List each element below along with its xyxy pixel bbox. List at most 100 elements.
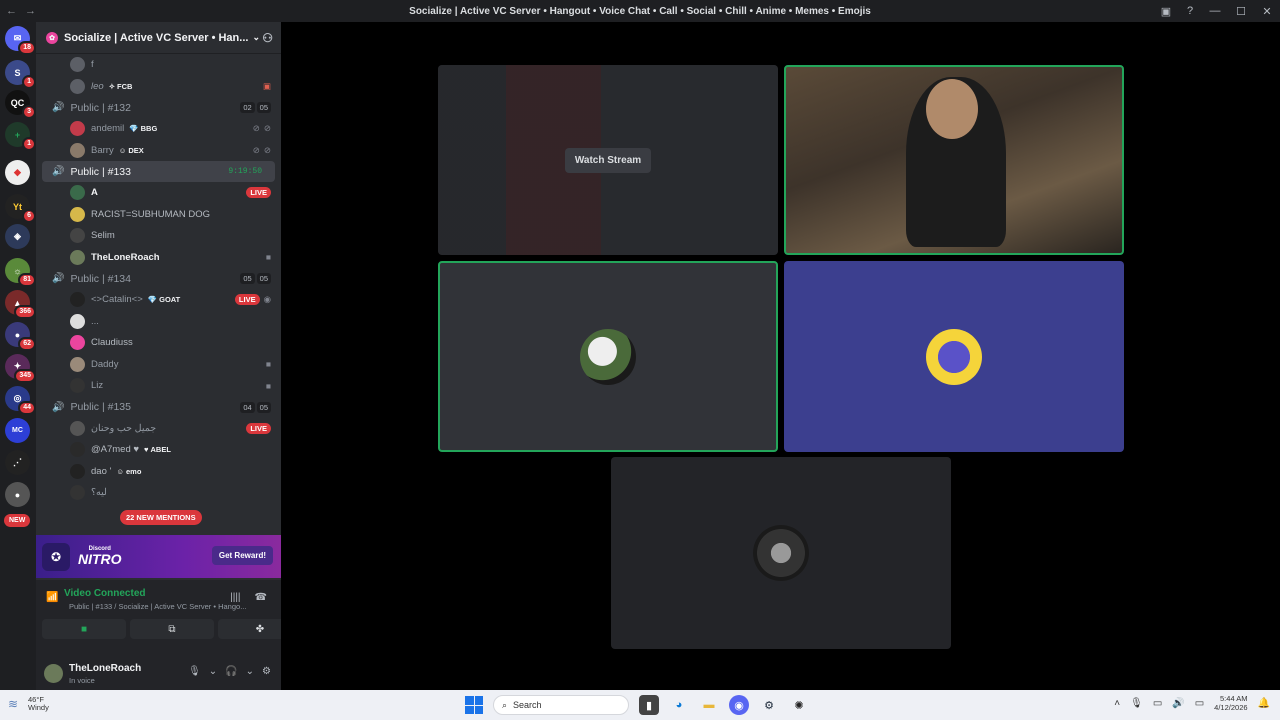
invite-people-icon[interactable]: ⚇ <box>262 31 273 45</box>
voice-channel-133[interactable]: 🔊 Public | #133 9:19:50 <box>42 161 275 182</box>
nitro-banner[interactable]: ✪ Discord NITRO Get Reward! <box>36 535 281 578</box>
user-limit: 05 <box>256 273 271 284</box>
server-icon[interactable]: ◆ <box>5 160 30 185</box>
help-icon[interactable]: ? <box>1178 5 1202 17</box>
voice-user[interactable]: TheLoneRoach ■ <box>36 247 281 269</box>
server-icon[interactable]: ◈ <box>5 224 30 249</box>
channel-sidebar: ✿ Socialize | Active VC Server • Han... … <box>36 22 281 690</box>
watch-stream-button[interactable]: Watch Stream <box>564 147 652 173</box>
video-grid: Watch Stream <box>281 22 1280 690</box>
steam-icon[interactable]: ⚙ <box>759 695 779 715</box>
discord-icon[interactable]: ◉ <box>729 695 749 715</box>
server-icon[interactable]: ☼ 81 <box>5 258 36 287</box>
voice-user[interactable]: Liz ■ <box>36 375 281 397</box>
avatar <box>70 335 85 351</box>
wind-icon: ≋ <box>8 697 19 711</box>
notifications-icon[interactable]: 🔔 <box>1258 698 1270 709</box>
mic-icon[interactable]: 🎙 <box>188 666 201 677</box>
server-icon[interactable]: ⋰ <box>5 450 30 475</box>
server-name: Socialize | Active VC Server • Han... <box>64 31 249 44</box>
inbox-icon[interactable]: ▣ <box>1154 5 1178 18</box>
server-icon[interactable]: S1 <box>5 60 36 89</box>
participant-tile[interactable] <box>611 457 951 649</box>
server-icon[interactable]: ◎ 44 <box>5 386 36 415</box>
tag-label: FCB <box>116 81 133 91</box>
volume-icon[interactable]: 🔊 <box>1172 698 1184 709</box>
back-arrow-icon[interactable]: ← <box>6 5 17 17</box>
new-servers-pill[interactable]: NEW <box>4 514 31 527</box>
voice-channel-135[interactable]: 🔊 Public | #135 04 05 <box>36 397 281 418</box>
app-icon[interactable]: ✺ <box>789 695 809 715</box>
voice-channel-134[interactable]: 🔊 Public | #134 05 05 <box>36 268 281 289</box>
voice-user[interactable]: A LIVE <box>36 182 281 204</box>
chevron-down-icon[interactable]: ⌄ <box>246 666 254 677</box>
chevron-down-icon[interactable]: ⌄ <box>209 666 217 677</box>
voice-channel-132[interactable]: 🔊 Public | #132 02 05 <box>36 97 281 118</box>
voice-user[interactable]: f <box>36 54 281 76</box>
battery-icon[interactable]: ▭ <box>1195 698 1204 709</box>
get-reward-button[interactable]: Get Reward! <box>211 546 273 565</box>
edge-icon[interactable]: ◕ <box>669 695 689 715</box>
task-view-icon[interactable]: ▮ <box>639 695 659 715</box>
voice-user[interactable]: Barry ☺ DEX ⊘ ⊘ <box>36 140 281 162</box>
server-badge: 3 <box>22 105 36 119</box>
avatar <box>926 328 982 385</box>
user-name: <>Catalin<> <box>91 294 143 306</box>
camera-icon: ■ <box>265 359 271 370</box>
monitor-icon[interactable]: ▭ <box>1153 698 1162 709</box>
chevron-up-icon[interactable]: ˄ <box>1114 698 1120 709</box>
signal-icon[interactable]: 📶 <box>46 592 58 603</box>
nitro-brand: Discord NITRO <box>78 546 122 568</box>
server-icon[interactable]: ● <box>5 482 30 507</box>
headphones-icon[interactable]: 🎧 <box>225 666 237 677</box>
mic-icon[interactable]: 🎙 <box>1130 698 1143 709</box>
voice-user[interactable]: Claudiuss <box>36 332 281 354</box>
voice-user[interactable]: جميل حب وحنان LIVE <box>36 418 281 440</box>
server-icon[interactable]: MC <box>5 418 30 443</box>
activities-button[interactable]: ✤ <box>218 619 281 639</box>
voice-user[interactable]: dao ' ☺ emo <box>36 461 281 483</box>
weather-widget[interactable]: ≋ 46°F Windy <box>8 695 49 713</box>
noise-suppression-icon[interactable]: |||| <box>230 592 240 603</box>
maximize-button[interactable]: ☐ <box>1228 5 1254 18</box>
voice-user[interactable]: Daddy ■ <box>36 354 281 376</box>
add-server-icon[interactable]: +1 <box>5 122 36 151</box>
server-icon[interactable]: ▲ 366 <box>5 290 36 319</box>
gear-icon[interactable]: ⚙ <box>262 666 271 677</box>
voice-user[interactable]: <>Catalin<> 💎 GOAT LIVE ◉ <box>36 289 281 311</box>
voice-user[interactable]: @A7med ♥ ♥ ABEL <box>36 439 281 461</box>
server-icon[interactable]: QC 3 <box>5 90 36 119</box>
avatar <box>70 206 85 222</box>
voice-channel-link[interactable]: Public | #133 / Socialize | Active VC Se… <box>69 602 249 611</box>
stream-tile[interactable]: Watch Stream <box>438 65 778 255</box>
disconnect-icon[interactable]: ☎ <box>255 592 267 603</box>
voice-user[interactable]: Selim <box>36 225 281 247</box>
voice-user[interactable]: leo ✧ FCB ▣ <box>36 76 281 98</box>
clock[interactable]: 5:44 AM 4/12/2026 <box>1214 694 1247 713</box>
nitro-big-label: NITRO <box>78 550 122 567</box>
participant-tile[interactable] <box>438 261 778 452</box>
forward-arrow-icon[interactable]: → <box>25 5 36 17</box>
camera-button[interactable]: ■ <box>42 619 126 639</box>
voice-user[interactable]: RACIST=SUBHUMAN DOG <box>36 204 281 226</box>
new-mentions-pill[interactable]: 22 NEW MENTIONS <box>120 510 202 525</box>
camera-tile[interactable] <box>784 65 1124 255</box>
server-icon[interactable]: Yt 6 <box>5 194 36 223</box>
close-button[interactable]: ✕ <box>1254 5 1280 18</box>
server-icon[interactable]: ● 62 <box>5 322 36 351</box>
screen-share-button[interactable]: ⧉ <box>130 619 214 639</box>
voice-user[interactable]: ليه؟ <box>36 482 281 504</box>
start-button[interactable] <box>465 696 483 714</box>
user-tag: 💎 BBG <box>129 124 158 134</box>
server-icon[interactable]: ✦ 345 <box>5 354 36 383</box>
server-header[interactable]: ✿ Socialize | Active VC Server • Han... … <box>36 22 281 54</box>
minimize-button[interactable]: — <box>1202 5 1228 17</box>
avatar[interactable] <box>44 664 63 683</box>
search-box[interactable]: ⌕ Search <box>493 695 629 715</box>
file-explorer-icon[interactable]: ▬ <box>699 695 719 715</box>
voice-user[interactable]: andemil 💎 BBG ⊘ ⊘ <box>36 118 281 140</box>
participant-tile[interactable] <box>784 261 1124 452</box>
voice-user[interactable]: ... <box>36 311 281 333</box>
server-badge: 62 <box>18 337 36 351</box>
home-button[interactable]: ✉ 18 <box>5 26 36 55</box>
